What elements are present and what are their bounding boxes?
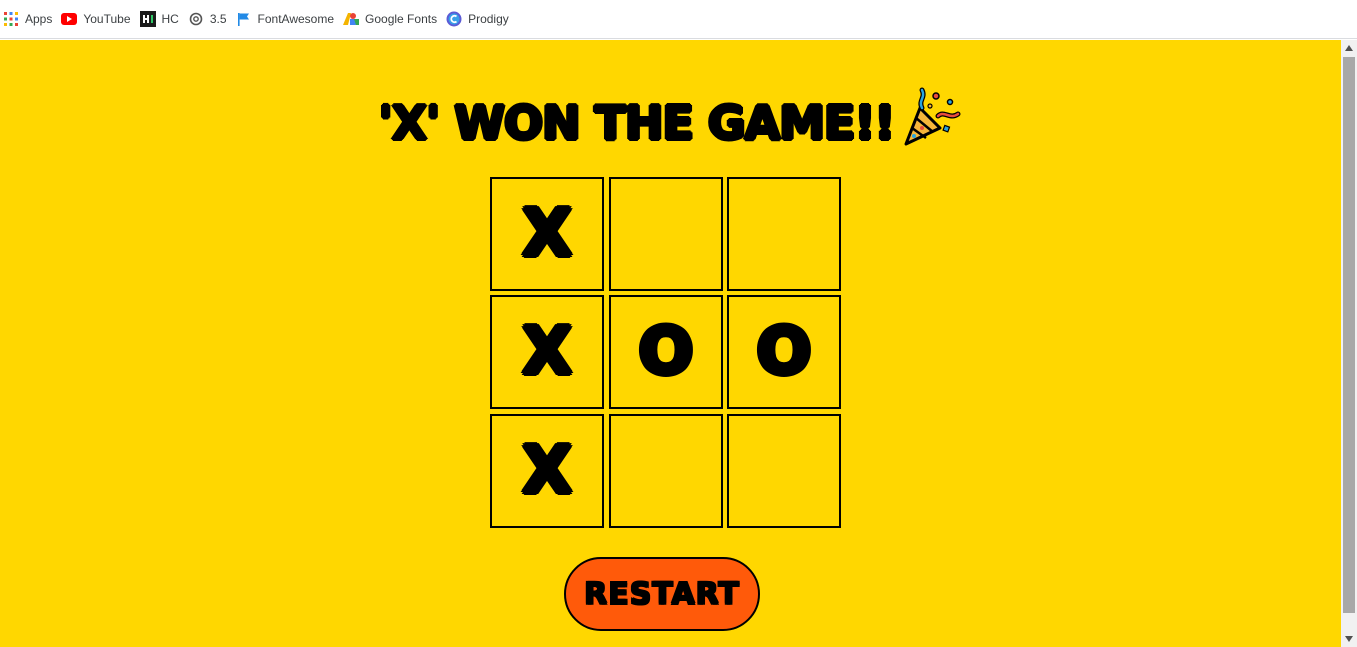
scrollbar-thumb[interactable] xyxy=(1343,57,1355,613)
bookmark-apps[interactable]: Apps xyxy=(3,5,59,33)
board-cell-7[interactable]: X xyxy=(490,414,604,528)
bookmark-label: Apps xyxy=(25,12,53,26)
bookmark-label: 3.5 xyxy=(209,12,227,26)
hc-icon xyxy=(139,11,156,27)
game-status-heading: 'X' WON THE GAME!! xyxy=(0,87,1341,161)
cell-mark: X xyxy=(522,197,572,271)
board-cell-1[interactable]: X xyxy=(490,177,604,291)
board-cell-6[interactable]: O xyxy=(727,295,841,409)
restart-label: RESTART xyxy=(584,576,740,612)
party-popper-icon xyxy=(900,86,962,155)
apps-grid-icon xyxy=(3,11,19,27)
bookmark-label: YouTube xyxy=(83,12,131,26)
youtube-icon xyxy=(61,11,78,27)
bookmarks-bar: Apps YouTube HC 3.5 FontAwesome Google F… xyxy=(0,0,1357,39)
bookmark-prodigy[interactable]: Prodigy xyxy=(446,5,516,33)
winner-text: 'X' WON THE GAME!! xyxy=(378,96,896,150)
bookmark-label: Prodigy xyxy=(468,12,509,26)
bookmark-label: Google Fonts xyxy=(365,12,438,26)
openai-icon xyxy=(188,11,204,27)
bookmark-3-5[interactable]: 3.5 xyxy=(188,5,234,33)
scroll-down-arrow-icon[interactable] xyxy=(1341,631,1357,647)
vertical-scrollbar[interactable] xyxy=(1341,40,1357,647)
board-cell-4[interactable]: X xyxy=(490,295,604,409)
flag-icon xyxy=(236,11,252,27)
bookmark-fontawesome[interactable]: FontAwesome xyxy=(236,5,341,33)
bookmark-hc[interactable]: HC xyxy=(139,5,186,33)
bookmark-google-fonts[interactable]: Google Fonts xyxy=(343,5,444,33)
board-cell-5[interactable]: O xyxy=(609,295,723,409)
cell-mark: O xyxy=(638,315,694,389)
board-cell-3[interactable] xyxy=(727,177,841,291)
page-viewport: 'X' WON THE GAME!! X X O O X RESTART xyxy=(0,40,1341,647)
game-board: X X O O X xyxy=(490,177,841,528)
google-fonts-icon xyxy=(343,11,360,27)
cell-mark: O xyxy=(756,315,812,389)
cell-mark: X xyxy=(522,434,572,508)
scroll-up-arrow-icon[interactable] xyxy=(1341,40,1357,56)
board-cell-2[interactable] xyxy=(609,177,723,291)
cell-mark: X xyxy=(522,315,572,389)
restart-button[interactable]: RESTART xyxy=(564,557,760,631)
board-cell-8[interactable] xyxy=(609,414,723,528)
board-cell-9[interactable] xyxy=(727,414,841,528)
prodigy-icon xyxy=(446,11,462,27)
bookmark-label: HC xyxy=(161,12,179,26)
bookmark-label: FontAwesome xyxy=(257,12,335,26)
bookmark-youtube[interactable]: YouTube xyxy=(61,5,137,33)
